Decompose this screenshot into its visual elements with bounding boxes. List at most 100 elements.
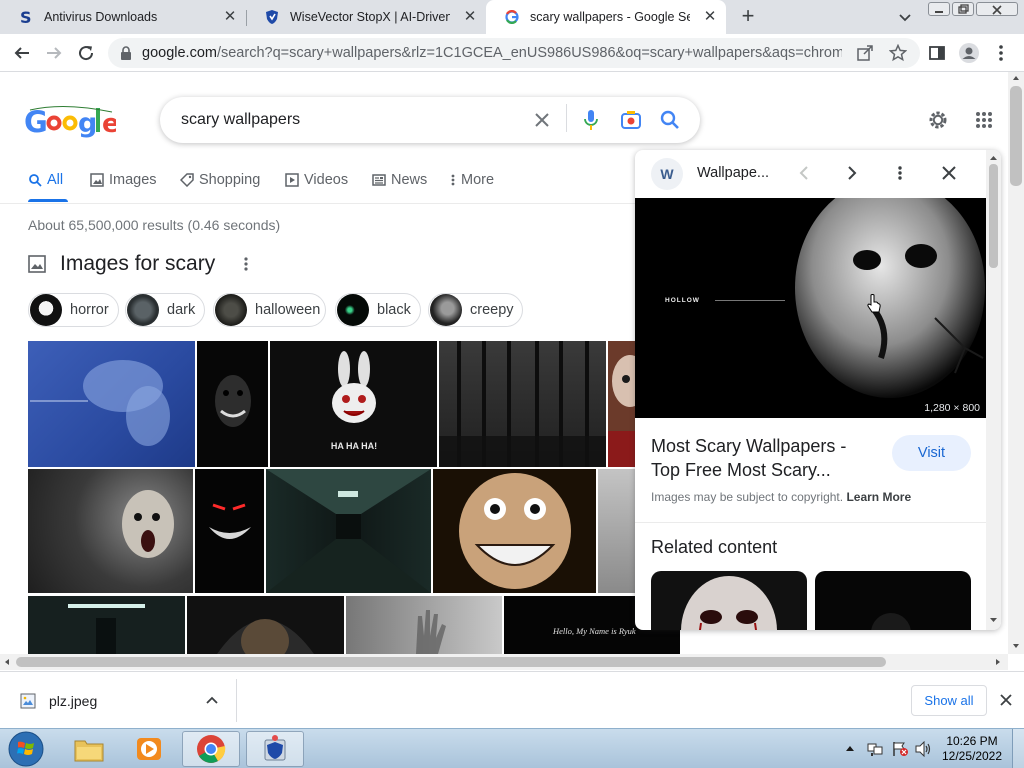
- play-icon: [285, 173, 299, 187]
- image-title[interactable]: Most Scary Wallpapers - Top Free Most Sc…: [651, 434, 871, 482]
- microphone-icon[interactable]: [579, 108, 603, 132]
- tab-news[interactable]: News: [372, 172, 427, 188]
- chip-horror[interactable]: horror: [28, 293, 119, 327]
- restore-window-icon[interactable]: [952, 2, 974, 16]
- tab-label: More: [461, 172, 495, 188]
- close-tab-icon[interactable]: ✕: [462, 9, 478, 25]
- learn-more-link[interactable]: Learn More: [846, 490, 911, 504]
- minimize-window-icon[interactable]: [928, 2, 950, 16]
- bookmark-star-icon[interactable]: [887, 42, 909, 64]
- page-horizontal-scrollbar[interactable]: [0, 654, 1008, 670]
- tab-strip: S Antivirus Downloads ✕ WiseVector StopX…: [0, 0, 1024, 34]
- chrome-menu-icon[interactable]: [990, 42, 1012, 64]
- new-tab-plus-icon[interactable]: +: [736, 5, 760, 29]
- show-all-downloads-button[interactable]: Show all: [911, 685, 987, 716]
- image-result-red-eyes[interactable]: [195, 469, 264, 593]
- chip-label: horror: [70, 302, 109, 318]
- panel-divider: [635, 522, 986, 523]
- system-clock[interactable]: 10:26 PM 12/25/2022: [940, 734, 1004, 764]
- image-result-gray[interactable]: [598, 469, 635, 593]
- reload-icon[interactable]: [74, 41, 98, 65]
- close-tab-icon[interactable]: ✕: [702, 9, 718, 25]
- share-icon[interactable]: [854, 42, 876, 64]
- settings-gear-icon[interactable]: [926, 108, 950, 132]
- source-initials: W: [660, 166, 674, 182]
- tab-videos[interactable]: Videos: [285, 172, 348, 188]
- page-vertical-scrollbar[interactable]: [1008, 72, 1024, 654]
- start-button[interactable]: [4, 730, 48, 768]
- preview-image[interactable]: HOLLOW 1,280 × 800: [635, 198, 986, 418]
- copyright-text: Images may be subject to copyright.: [651, 490, 844, 504]
- close-tab-icon[interactable]: ✕: [222, 9, 238, 25]
- image-result-blue-face[interactable]: [28, 341, 195, 467]
- tab-shopping[interactable]: Shopping: [180, 172, 260, 188]
- volume-icon[interactable]: [914, 741, 932, 757]
- image-result-tunnel[interactable]: [266, 469, 431, 593]
- chip-creepy[interactable]: creepy: [428, 293, 523, 327]
- google-g-icon: [504, 9, 520, 25]
- chip-dark[interactable]: dark: [125, 293, 205, 327]
- chip-label: dark: [167, 302, 196, 318]
- taskbar-media-player[interactable]: [120, 731, 178, 767]
- image-result-hand[interactable]: [346, 596, 502, 654]
- clock-date: 12/25/2022: [941, 749, 1003, 763]
- image-result-hallway[interactable]: [28, 596, 185, 654]
- related-image[interactable]: [651, 571, 807, 630]
- folder-icon: [74, 740, 104, 762]
- side-panel-icon[interactable]: [926, 42, 948, 64]
- address-bar[interactable]: google.com/search?q=scary+wallpapers&rlz…: [108, 38, 920, 68]
- tab-antivirus-downloads[interactable]: S Antivirus Downloads ✕: [0, 0, 246, 34]
- chip-halloween[interactable]: halloween: [213, 293, 326, 327]
- profile-avatar-icon[interactable]: [958, 42, 980, 64]
- search-icon[interactable]: [658, 108, 682, 132]
- search-box-divider: [566, 104, 567, 132]
- previous-image-icon[interactable]: [792, 161, 816, 185]
- action-center-flag-icon[interactable]: [891, 741, 909, 757]
- active-tab-indicator: [28, 199, 68, 202]
- close-panel-icon[interactable]: [937, 161, 961, 185]
- apps-grid-icon[interactable]: [972, 108, 996, 132]
- camera-lens-icon[interactable]: [619, 108, 643, 132]
- search-input[interactable]: scary wallpapers: [181, 111, 300, 129]
- back-arrow-icon[interactable]: [10, 41, 34, 65]
- tab-wisevector[interactable]: WiseVector StopX | AI-Driven Ma ✕: [246, 0, 486, 34]
- download-bar: plz.jpeg Show all: [0, 671, 1024, 728]
- visit-button[interactable]: Visit: [892, 435, 971, 471]
- next-image-icon[interactable]: [840, 161, 864, 185]
- related-image[interactable]: [815, 571, 971, 630]
- close-window-icon[interactable]: [976, 2, 1018, 16]
- tab-images[interactable]: Images: [90, 172, 157, 188]
- chip-black[interactable]: black: [335, 293, 421, 327]
- panel-scrollbar[interactable]: [986, 150, 1001, 630]
- network-icon[interactable]: [866, 741, 884, 757]
- close-download-bar-icon[interactable]: [1000, 694, 1012, 706]
- image-result-forest[interactable]: [439, 341, 606, 467]
- image-result-doll[interactable]: [608, 341, 635, 467]
- more-options-icon[interactable]: [888, 161, 912, 185]
- browser-toolbar: google.com/search?q=scary+wallpapers&rlz…: [0, 34, 1024, 72]
- forward-arrow-icon[interactable]: [42, 41, 66, 65]
- tray-chevron-up-icon[interactable]: [845, 744, 855, 752]
- source-name[interactable]: Wallpape...: [697, 165, 769, 181]
- image-result-clown-grin[interactable]: [433, 469, 596, 593]
- tab-all[interactable]: All: [28, 172, 63, 188]
- clear-search-icon[interactable]: [530, 108, 554, 132]
- taskbar-chrome[interactable]: [182, 731, 240, 767]
- image-result-dark-grin[interactable]: [197, 341, 268, 467]
- chevron-up-icon[interactable]: [206, 695, 218, 705]
- download-filename[interactable]: plz.jpeg: [49, 693, 97, 709]
- more-options-icon[interactable]: [243, 256, 249, 272]
- image-result-bunny[interactable]: HA HA HA!: [270, 341, 437, 467]
- image-result-pale-woman[interactable]: [28, 469, 193, 593]
- copyright-notice: Images may be subject to copyright. Lear…: [651, 490, 911, 504]
- show-desktop-button[interactable]: [1012, 729, 1024, 768]
- tab-google-search[interactable]: scary wallpapers - Google Search ✕: [486, 0, 726, 34]
- tab-more[interactable]: More: [450, 172, 494, 188]
- search-box[interactable]: scary wallpapers: [160, 97, 700, 143]
- image-result-hooded-skull[interactable]: [187, 596, 344, 654]
- hand-cursor-icon: [867, 294, 881, 313]
- taskbar-wisevector[interactable]: [246, 731, 304, 767]
- tab-search-chevron-icon[interactable]: [894, 6, 916, 28]
- google-logo[interactable]: G g e: [24, 104, 120, 140]
- taskbar-file-explorer[interactable]: [60, 731, 118, 767]
